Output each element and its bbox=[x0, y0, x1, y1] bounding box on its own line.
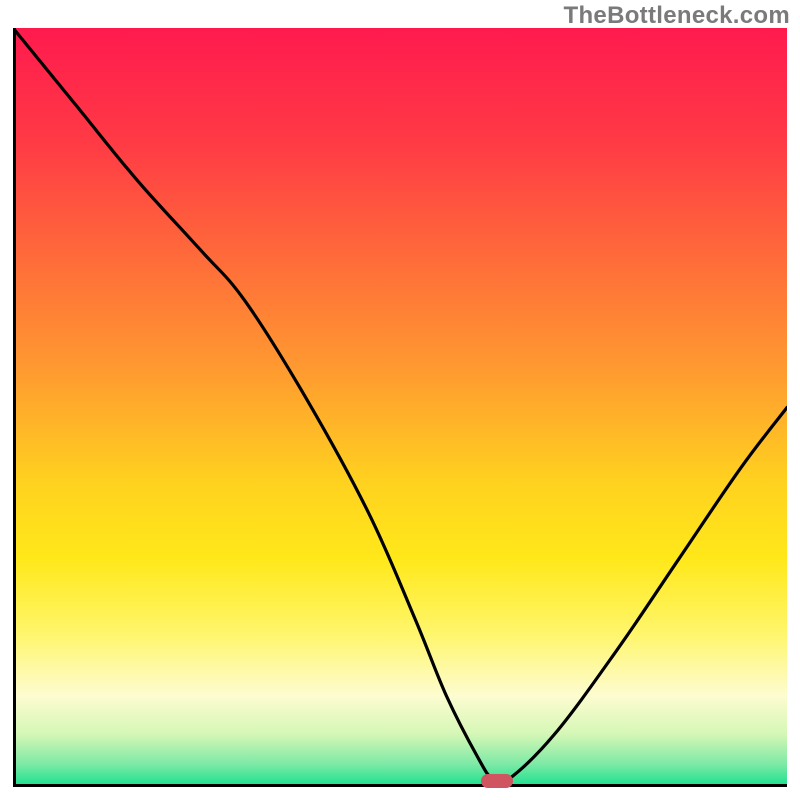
chart-container: TheBottleneck.com bbox=[0, 0, 800, 800]
watermark-text: TheBottleneck.com bbox=[564, 2, 790, 30]
plot-area bbox=[13, 28, 787, 787]
minimum-marker bbox=[481, 774, 513, 788]
gradient-background bbox=[13, 28, 787, 787]
